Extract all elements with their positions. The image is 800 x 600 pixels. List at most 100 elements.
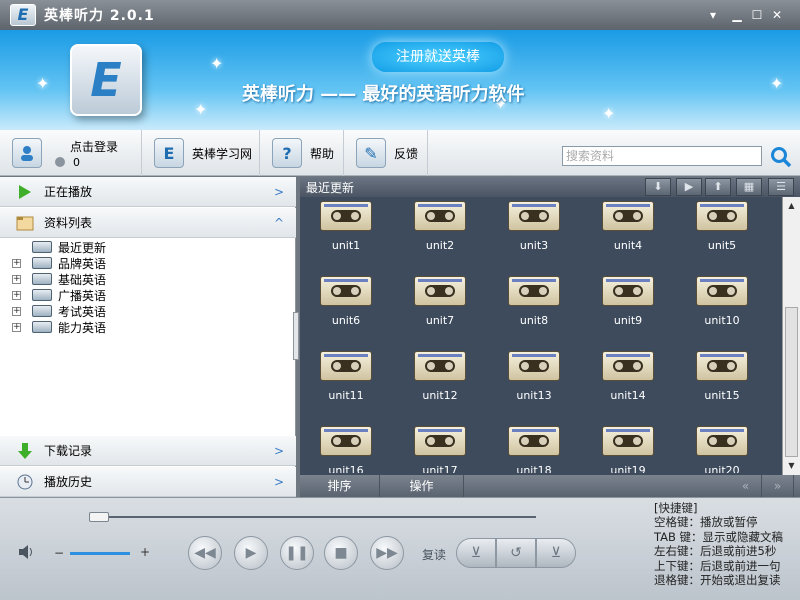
search-input[interactable] — [562, 146, 762, 166]
tree-item-skill-english[interactable]: + 能力英语 — [0, 319, 296, 335]
volume-up-button[interactable]: + — [140, 545, 150, 559]
unit-item[interactable]: unit12 — [398, 349, 488, 419]
stop-button[interactable]: ■ — [324, 536, 358, 570]
login-button[interactable]: 点击登录 0 — [0, 130, 142, 176]
repeat-toggle-button[interactable]: ↺ — [496, 538, 536, 568]
unit-item[interactable]: unit3 — [492, 199, 582, 269]
fast-forward-button[interactable]: ▶▶ — [370, 536, 404, 570]
unit-label: unit10 — [704, 314, 740, 327]
tree-item-exam-english[interactable]: + 考试英语 — [0, 303, 296, 319]
unit-item[interactable]: unit13 — [492, 349, 582, 419]
unit-label: unit8 — [519, 314, 549, 327]
upload-icon[interactable]: ⬆ — [705, 178, 731, 196]
help-label: 帮助 — [310, 146, 335, 161]
unit-label: unit9 — [613, 314, 643, 327]
progress-handle[interactable] — [89, 512, 109, 522]
cassette-icon — [32, 289, 52, 301]
play-button[interactable]: ▶ — [234, 536, 268, 570]
search-icon — [771, 147, 792, 168]
download-icon[interactable]: ⬇ — [645, 178, 671, 196]
close-button[interactable]: ✕ — [768, 6, 786, 24]
minimize-button[interactable]: ▁ — [728, 6, 746, 24]
unit-item[interactable]: unit5 — [680, 199, 770, 269]
slogan: 英棒听力 —— 最好的英语听力软件 — [242, 84, 525, 105]
unit-item[interactable]: unit19 — [586, 424, 676, 473]
maximize-button[interactable]: ☐ — [748, 6, 766, 24]
help-icon: ? — [272, 138, 302, 168]
unit-item[interactable]: unit15 — [680, 349, 770, 419]
cassette-icon — [508, 351, 560, 381]
help-button[interactable]: ? 帮助 — [260, 130, 344, 176]
list-view-icon[interactable]: ☰ — [768, 178, 794, 196]
banner: E ✦ ✦ ✦ ✦ ✦ ✦ 注册就送英棒 英棒听力 —— 最好的英语听力软件 — [0, 30, 800, 130]
unit-item[interactable]: unit18 — [492, 424, 582, 473]
repeat-start-button[interactable]: ⊻ — [456, 538, 496, 568]
unit-item[interactable]: unit8 — [492, 274, 582, 344]
actions-button[interactable]: 操作 — [380, 475, 464, 497]
unit-item[interactable]: unit9 — [586, 274, 676, 344]
chevron-right-icon: > — [273, 184, 284, 199]
unit-item[interactable]: unit2 — [398, 199, 488, 269]
sparkle-icon: ✦ — [194, 100, 208, 119]
cassette-icon — [32, 273, 52, 285]
volume-down-button[interactable]: − — [54, 546, 64, 560]
unit-item[interactable]: unit17 — [398, 424, 488, 473]
unit-label: unit4 — [613, 239, 643, 252]
next-page-button[interactable]: » — [762, 475, 794, 497]
register-button[interactable]: 注册就送英棒 — [372, 42, 504, 72]
menu-dropdown-button[interactable]: ▾ — [704, 6, 722, 24]
chevron-up-icon[interactable]: ^ — [274, 216, 284, 230]
sidebar-item-history[interactable]: 播放历史 > — [0, 467, 296, 497]
volume-slider[interactable] — [70, 552, 130, 555]
search-button[interactable] — [770, 146, 792, 168]
expand-icon[interactable]: + — [12, 322, 21, 332]
unit-item[interactable]: unit14 — [586, 349, 676, 419]
progress-track[interactable] — [100, 516, 536, 518]
grid-view-icon[interactable]: ▦ — [736, 178, 762, 196]
cassette-icon — [414, 351, 466, 381]
pause-button[interactable]: ❚❚ — [280, 536, 314, 570]
tree-item-brand-english[interactable]: + 品牌英语 — [0, 255, 296, 271]
repeat-end-button[interactable]: ⊻ — [536, 538, 576, 568]
unit-item[interactable]: unit6 — [304, 274, 394, 344]
tree-item-basic-english[interactable]: + 基础英语 — [0, 271, 296, 287]
unit-label: unit16 — [328, 464, 364, 473]
cassette-icon — [32, 305, 52, 317]
scrollbar-thumb[interactable] — [785, 307, 798, 457]
panel-collapse-handle[interactable] — [293, 312, 299, 360]
unit-item[interactable]: unit11 — [304, 349, 394, 419]
unit-item[interactable]: unit10 — [680, 274, 770, 344]
prev-page-button[interactable]: « — [730, 475, 762, 497]
tree-item-recent[interactable]: 最近更新 — [0, 239, 296, 255]
expand-icon[interactable]: + — [12, 274, 21, 284]
tree-item-broadcast-english[interactable]: + 广播英语 — [0, 287, 296, 303]
scroll-down-icon[interactable]: ▼ — [785, 459, 798, 473]
sidebar-item-library[interactable]: 资料列表 ^ — [0, 208, 296, 238]
sidebar-item-downloads[interactable]: 下载记录 > — [0, 436, 296, 466]
play-icon[interactable]: ▶ — [676, 178, 702, 196]
unit-item[interactable]: unit1 — [304, 199, 394, 269]
rewind-button[interactable]: ◀◀ — [188, 536, 222, 570]
study-site-button[interactable]: E 英棒学习网 — [142, 130, 260, 176]
footer-spacer — [464, 475, 730, 497]
unit-item[interactable]: unit4 — [586, 199, 676, 269]
cassette-icon — [602, 351, 654, 381]
sort-button[interactable]: 排序 — [300, 475, 380, 497]
expand-icon[interactable]: + — [12, 258, 21, 268]
unit-label: unit13 — [516, 389, 552, 402]
feedback-button[interactable]: ✎ 反馈 — [344, 130, 428, 176]
volume-icon[interactable] — [18, 544, 36, 560]
sidebar-item-now-playing[interactable]: 正在播放 > — [0, 177, 296, 207]
vertical-scrollbar[interactable]: ▲ ▼ — [782, 197, 800, 475]
scroll-up-icon[interactable]: ▲ — [785, 199, 798, 213]
mark-end-icon: ⊻ — [550, 545, 562, 561]
unit-label: unit2 — [425, 239, 455, 252]
rewind-icon: ◀◀ — [194, 545, 216, 561]
expand-icon[interactable]: + — [12, 306, 21, 316]
expand-icon[interactable]: + — [12, 290, 21, 300]
unit-item[interactable]: unit16 — [304, 424, 394, 473]
unit-item[interactable]: unit7 — [398, 274, 488, 344]
login-label: 点击登录 — [70, 140, 119, 154]
sparkle-icon: ✦ — [602, 104, 616, 123]
unit-item[interactable]: unit20 — [680, 424, 770, 473]
